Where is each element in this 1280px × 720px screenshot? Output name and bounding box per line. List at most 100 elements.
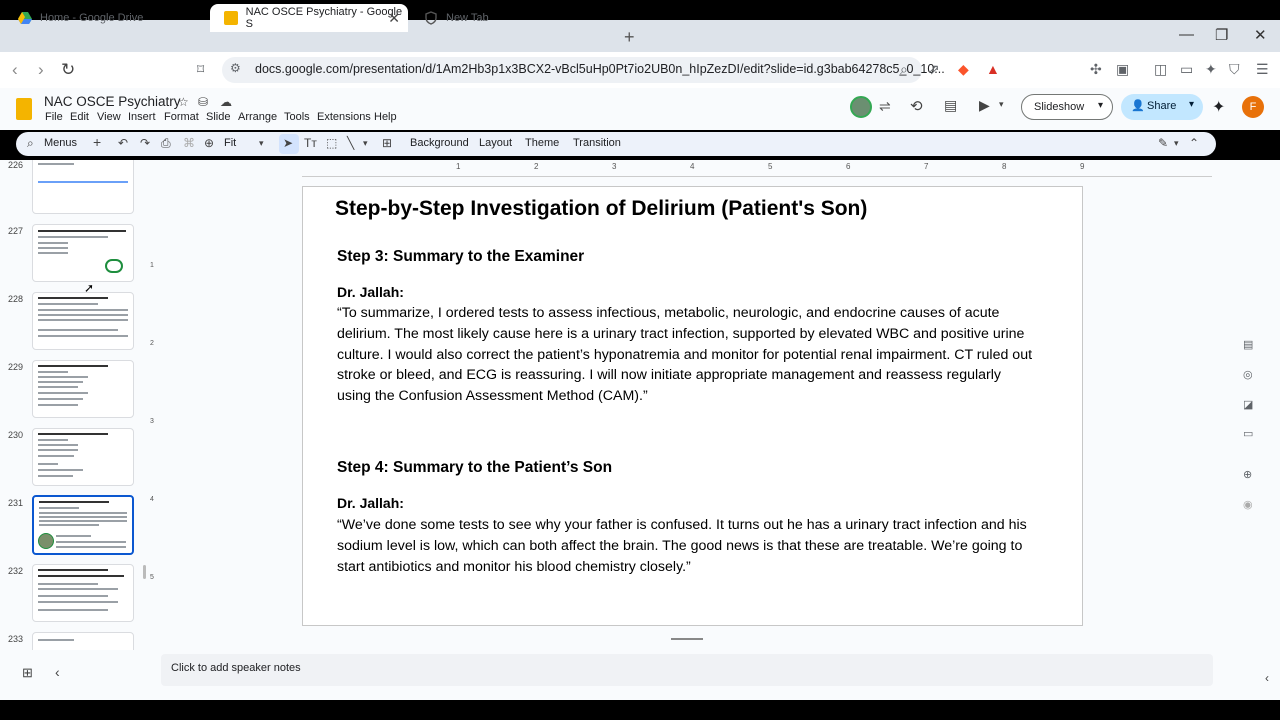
menus-search[interactable]: Menus (44, 137, 77, 149)
chevron-down-icon[interactable]: ▾ (1189, 99, 1194, 110)
close-window-icon[interactable]: ✕ (1254, 26, 1267, 44)
pen-mode-icon[interactable]: ✎ (1158, 136, 1168, 150)
zoom-icon[interactable]: ⊕ (204, 136, 214, 150)
theme-button[interactable]: Theme (525, 137, 559, 149)
speaker-notes[interactable]: Click to add speaker notes (161, 654, 1213, 686)
redo-icon[interactable]: ↷ (140, 136, 150, 150)
collapse-toolbar-icon[interactable]: ⌃ (1189, 136, 1199, 150)
sidebar-icon[interactable]: ◫ (1154, 61, 1167, 78)
slide-thumbnail-226[interactable] (32, 160, 134, 214)
slide-thumbnail-230[interactable] (32, 428, 134, 486)
menu-file[interactable]: File (45, 111, 63, 123)
search-icon[interactable]: ⌕ (27, 136, 34, 151)
menu-extensions[interactable]: Extensions (317, 111, 371, 123)
vpn-icon[interactable]: ⛉ (1229, 61, 1240, 78)
step3-speaker[interactable]: Dr. Jallah: (337, 284, 404, 300)
add-on-icon[interactable]: ⊕ (1243, 468, 1252, 481)
document-title[interactable]: NAC OSCE Psychiatry (44, 94, 181, 109)
minimize-icon[interactable]: — (1179, 26, 1194, 43)
step4-speaker[interactable]: Dr. Jallah: (337, 495, 404, 511)
back-icon[interactable]: ‹ (12, 60, 18, 80)
extensions-icon[interactable]: ✣ (1090, 61, 1102, 78)
present-icon[interactable]: ⇌ (879, 98, 891, 115)
chevron-down-icon[interactable]: ▾ (1174, 138, 1179, 149)
leo-icon[interactable]: ✦ (1205, 61, 1217, 78)
new-tab-icon[interactable]: + (624, 27, 635, 48)
slide-thumbnail-231-selected[interactable] (32, 495, 134, 555)
chevron-down-icon[interactable]: ▾ (1098, 100, 1103, 111)
star-icon[interactable]: ☆ (178, 95, 189, 109)
gemini-icon[interactable]: ✦ (1212, 97, 1225, 117)
rewards-icon[interactable]: ▲ (986, 61, 1000, 77)
menu-arrange[interactable]: Arrange (238, 111, 277, 123)
reload-icon[interactable]: ↻ (61, 60, 75, 80)
forward-icon[interactable]: › (38, 60, 44, 80)
step4-quote[interactable]: “We’ve done some tests to see why your f… (337, 515, 1037, 577)
browser-menu-icon[interactable]: ☰ (1256, 61, 1269, 78)
menu-insert[interactable]: Insert (128, 111, 156, 123)
assistant-icon[interactable]: ◉ (1243, 498, 1253, 511)
cursor-icon[interactable]: ➤ (283, 136, 293, 150)
cloud-status-icon[interactable]: ☁ (220, 95, 232, 109)
slide-title[interactable]: Step-by-Step Investigation of Delirium (… (335, 197, 867, 221)
expand-side-panel-icon[interactable]: ‹ (1265, 671, 1269, 685)
comments-icon[interactable]: ▤ (944, 97, 957, 114)
slide-thumbnail-232[interactable] (32, 564, 134, 622)
line-icon[interactable]: ╲ (347, 136, 354, 150)
account-avatar[interactable]: F (1242, 96, 1264, 118)
menu-tools[interactable]: Tools (284, 111, 310, 123)
notes-resize-handle[interactable] (671, 638, 703, 640)
slide-thumbnail-228[interactable] (32, 292, 134, 350)
contacts-icon[interactable]: ◪ (1243, 398, 1253, 411)
transition-button[interactable]: Transition (573, 137, 621, 149)
menu-edit[interactable]: Edit (70, 111, 89, 123)
bookmark-icon[interactable]: ⌑ (197, 61, 204, 78)
menu-format[interactable]: Format (164, 111, 199, 123)
share-page-icon[interactable]: ⇗ (928, 61, 940, 78)
move-icon[interactable]: ⛁ (198, 95, 208, 109)
comment-icon[interactable]: ⊞ (382, 136, 392, 150)
slides-logo-icon[interactable] (16, 98, 32, 120)
step4-heading[interactable]: Step 4: Summary to the Patient’s Son (337, 459, 612, 477)
step3-heading[interactable]: Step 3: Summary to the Examiner (337, 248, 584, 266)
tab-google-drive[interactable]: Home - Google Drive (4, 4, 204, 32)
background-button[interactable]: Background (410, 137, 469, 149)
layout-button[interactable]: Layout (479, 137, 512, 149)
meet-icon[interactable]: ▶ (979, 97, 990, 114)
menu-view[interactable]: View (97, 111, 121, 123)
slide-thumbnail-227[interactable] (32, 224, 134, 282)
wallet-icon[interactable]: ▭ (1180, 61, 1193, 78)
grid-view-icon[interactable]: ⊞ (22, 665, 33, 681)
filmstrip-scrollbar[interactable] (143, 565, 146, 579)
slide-filmstrip[interactable]: 226 227 228 229 230 231 232 233 (0, 160, 150, 650)
brave-shield-icon[interactable]: ◆ (958, 61, 969, 78)
menu-help[interactable]: Help (374, 111, 397, 123)
step3-quote[interactable]: “To summarize, I ordered tests to assess… (337, 303, 1037, 407)
new-slide-icon[interactable]: + (93, 134, 101, 150)
tab-new-tab[interactable]: New Tab (410, 4, 610, 32)
keep-icon[interactable]: ▤ (1243, 338, 1253, 351)
close-tab-icon[interactable]: ✕ (388, 10, 400, 27)
chevron-down-icon[interactable]: ▾ (363, 138, 368, 149)
undo-icon[interactable]: ↶ (118, 136, 128, 150)
slide-thumbnail-233[interactable] (32, 632, 134, 650)
collaborator-avatar[interactable] (850, 96, 872, 118)
menu-slide[interactable]: Slide (206, 111, 230, 123)
chevron-down-icon[interactable]: ▾ (999, 99, 1004, 110)
reader-icon[interactable]: ▣ (1116, 61, 1129, 78)
zoom-select[interactable]: Fit (224, 137, 236, 149)
zoom-icon[interactable]: ⌕ (900, 61, 908, 78)
print-icon[interactable]: ⎙ (161, 136, 171, 151)
paint-format-icon[interactable]: ⌘ (183, 136, 195, 150)
tab-nac-osce[interactable]: NAC OSCE Psychiatry - Google S ✕ (210, 4, 408, 32)
collapse-filmstrip-icon[interactable]: ‹ (55, 664, 60, 680)
text-box-icon[interactable]: Tт (304, 136, 317, 150)
image-icon[interactable]: ⬚ (326, 136, 337, 150)
tasks-icon[interactable]: ◎ (1243, 368, 1253, 381)
drive-folder-icon[interactable]: ▭ (1243, 427, 1253, 440)
restore-icon[interactable]: ❐ (1215, 26, 1228, 44)
history-icon[interactable]: ⟲ (910, 97, 923, 115)
share-button[interactable]: 👤 Share ▾ (1121, 94, 1203, 120)
chevron-down-icon[interactable]: ▾ (259, 138, 264, 149)
slideshow-button[interactable]: Slideshow ▾ (1021, 94, 1113, 120)
